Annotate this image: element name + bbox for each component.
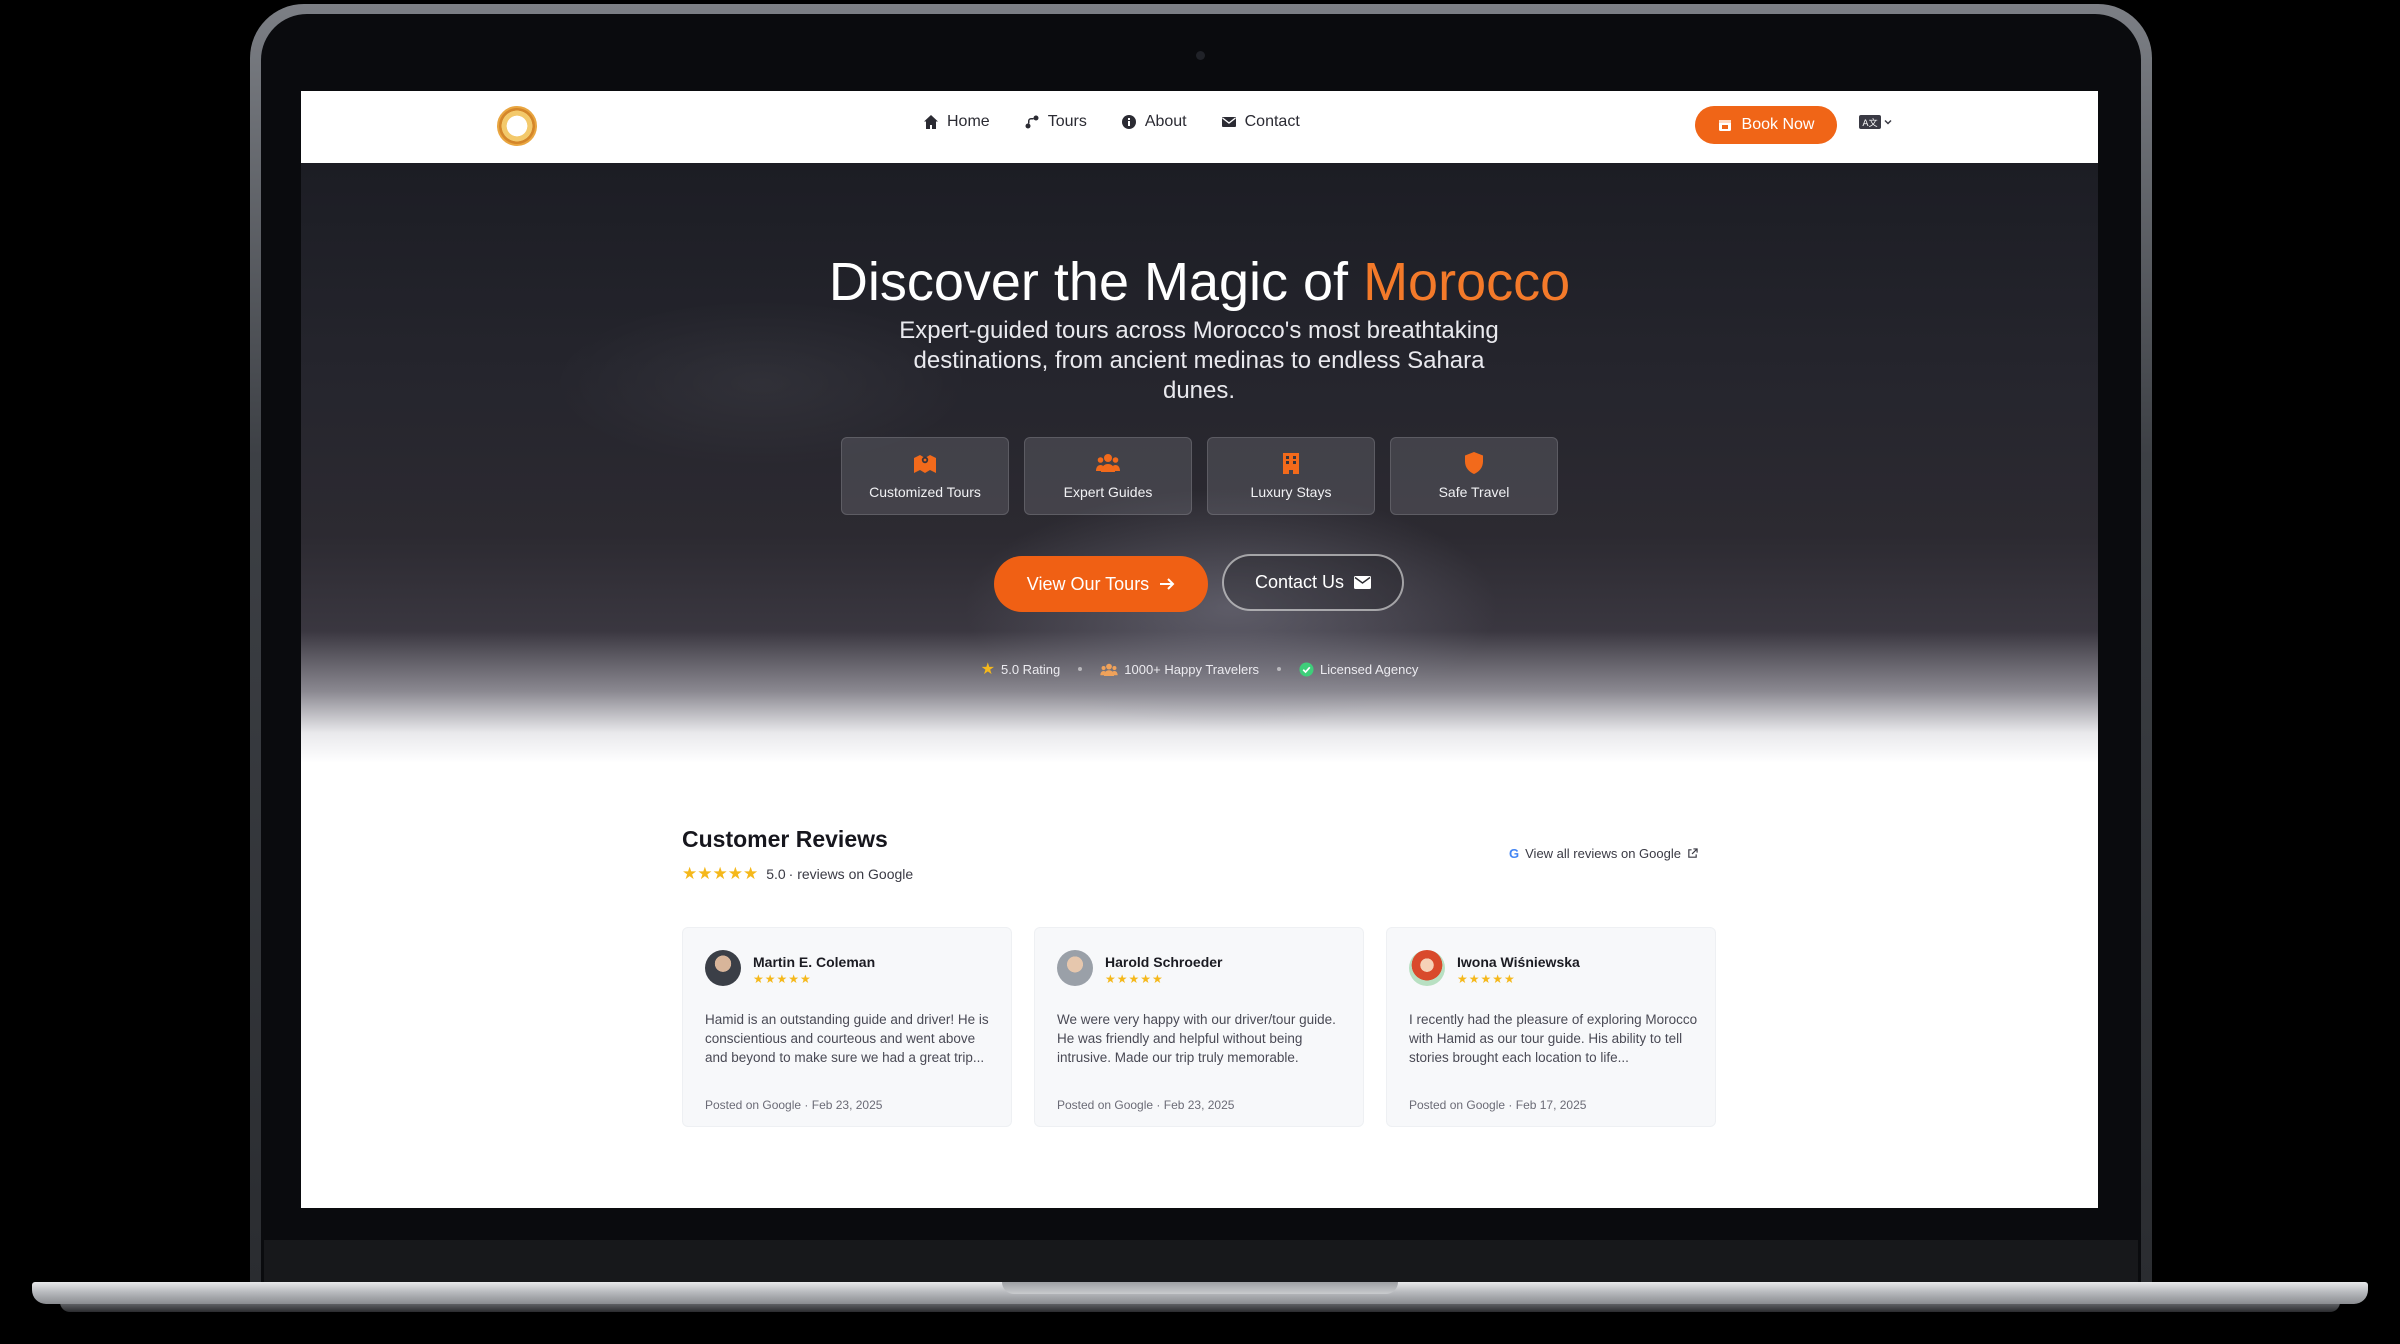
navbar: Home Tours About Contact Book Now A文: [301, 91, 2098, 163]
feature-label: Luxury Stays: [1250, 484, 1332, 500]
feature-luxury-stays: Luxury Stays: [1207, 437, 1375, 515]
camera-icon: [1196, 51, 1205, 60]
review-text: We were very happy with our driver/tour …: [1057, 1012, 1336, 1065]
reviewer-name: Martin E. Coleman: [753, 954, 876, 970]
shield-icon: [1465, 452, 1483, 474]
review-meta: Posted on Google · Feb 23, 2025: [1057, 1098, 1235, 1112]
reviewer-name: Iwona Wiśniewska: [1457, 954, 1580, 970]
review-text: I recently had the pleasure of exploring…: [1409, 1012, 1698, 1065]
nav-tours[interactable]: Tours: [1024, 113, 1087, 131]
arrow-right-icon: [1160, 578, 1175, 590]
feature-safe-travel: Safe Travel: [1390, 437, 1558, 515]
external-link-icon: [1688, 848, 1698, 858]
review-card: Harold Schroeder ★★★★★ We were very happ…: [1034, 927, 1364, 1127]
hero-title: Discover the Magic of Morocco: [301, 251, 2098, 313]
hero-subtitle: Expert-guided tours across Morocco's mos…: [899, 317, 1499, 404]
nav-about[interactable]: About: [1121, 113, 1187, 131]
stat-licensed-label: Licensed Agency: [1320, 661, 1419, 677]
stat-separator: [1277, 667, 1282, 671]
feature-expert-guides: Expert Guides: [1024, 437, 1192, 515]
website-screen: Home Tours About Contact Book Now A文 Dis…: [301, 91, 2098, 1208]
view-tours-label: View Our Tours: [1026, 573, 1150, 594]
laptop-chin: [264, 1240, 2138, 1286]
review-meta: Posted on Google · Feb 23, 2025: [705, 1098, 883, 1112]
nav-home-label: Home: [947, 113, 990, 130]
nav-tours-label: Tours: [1047, 113, 1087, 130]
view-all-label: View all reviews on Google: [1525, 846, 1681, 861]
site-logo[interactable]: [497, 106, 537, 146]
contact-us-button[interactable]: Contact Us: [1222, 554, 1404, 611]
check-circle-icon: [1299, 661, 1314, 677]
nav-home[interactable]: Home: [923, 113, 990, 131]
feature-customized-tours: Customized Tours: [841, 437, 1009, 515]
review-stars-icon: ★★★★★: [1457, 972, 1516, 986]
chevron-down-icon: [1884, 119, 1892, 125]
contact-us-label: Contact Us: [1254, 572, 1345, 592]
calendar-icon: [1718, 120, 1731, 131]
reviews-title: Customer Reviews: [682, 826, 888, 852]
feature-label: Expert Guides: [1063, 484, 1153, 500]
feature-label: Safe Travel: [1438, 484, 1510, 500]
trust-stats: ★ 5.0 Rating 1000+ Happy Travelers Licen…: [301, 659, 2098, 679]
route-icon: [1025, 115, 1039, 129]
users-icon: [1096, 454, 1120, 472]
stat-licensed: Licensed Agency: [1299, 662, 1418, 677]
avatar: [1409, 950, 1445, 986]
review-meta: Posted on Google · Feb 17, 2025: [1409, 1098, 1587, 1112]
avatar: [1057, 950, 1093, 986]
nav-contact[interactable]: Contact: [1221, 113, 1300, 131]
review-cards: Martin E. Coleman ★★★★★ Hamid is an outs…: [682, 927, 1716, 1127]
review-stars-icon: ★★★★★: [753, 972, 812, 986]
view-all-reviews-link[interactable]: G View all reviews on Google: [1509, 846, 1698, 861]
language-selector[interactable]: A文: [1859, 115, 1893, 129]
nav-links: Home Tours About Contact: [923, 113, 1300, 131]
reviews-summary: ★★★★★ 5.0 · reviews on Google: [682, 864, 913, 884]
stat-rating-label: 5.0 Rating: [1001, 661, 1061, 677]
rating-source: · reviews on Google: [788, 866, 914, 882]
envelope-icon: [1221, 117, 1236, 127]
review-card: Iwona Wiśniewska ★★★★★ I recently had th…: [1386, 927, 1716, 1127]
laptop-notch: [1002, 1282, 1398, 1294]
nav-about-label: About: [1144, 113, 1187, 130]
envelope-icon: [1354, 576, 1372, 589]
reviewer-name: Harold Schroeder: [1105, 954, 1223, 970]
feature-cards: Customized Tours Expert Guides Luxury St…: [841, 437, 1558, 515]
book-now-button[interactable]: Book Now: [1695, 106, 1837, 144]
rating-stars-icon: ★★★★★: [682, 864, 759, 883]
stat-rating: ★ 5.0 Rating: [981, 659, 1061, 679]
language-icon: A文: [1859, 115, 1881, 129]
feature-label: Customized Tours: [869, 484, 981, 500]
review-stars-icon: ★★★★★: [1105, 972, 1164, 986]
google-icon: G: [1509, 846, 1520, 861]
view-tours-button[interactable]: View Our Tours: [994, 556, 1208, 612]
review-card: Martin E. Coleman ★★★★★ Hamid is an outs…: [682, 927, 1012, 1127]
star-icon: ★: [980, 661, 995, 678]
nav-contact-label: Contact: [1244, 113, 1300, 130]
hero-title-accent: Morocco: [1363, 252, 1571, 312]
users-icon: [1100, 663, 1118, 676]
stat-travelers-label: 1000+ Happy Travelers: [1124, 661, 1260, 677]
rating-value: 5.0: [766, 866, 786, 882]
hotel-icon: [1283, 453, 1299, 474]
review-text: Hamid is an outstanding guide and driver…: [705, 1012, 989, 1065]
stat-travelers: 1000+ Happy Travelers: [1100, 662, 1259, 677]
book-now-label: Book Now: [1741, 116, 1815, 133]
map-icon: [914, 455, 936, 473]
home-icon: [924, 115, 938, 129]
info-icon: [1121, 115, 1136, 129]
hero-title-prefix: Discover the Magic of: [828, 252, 1349, 312]
avatar: [705, 950, 741, 986]
stat-separator: [1078, 667, 1083, 671]
